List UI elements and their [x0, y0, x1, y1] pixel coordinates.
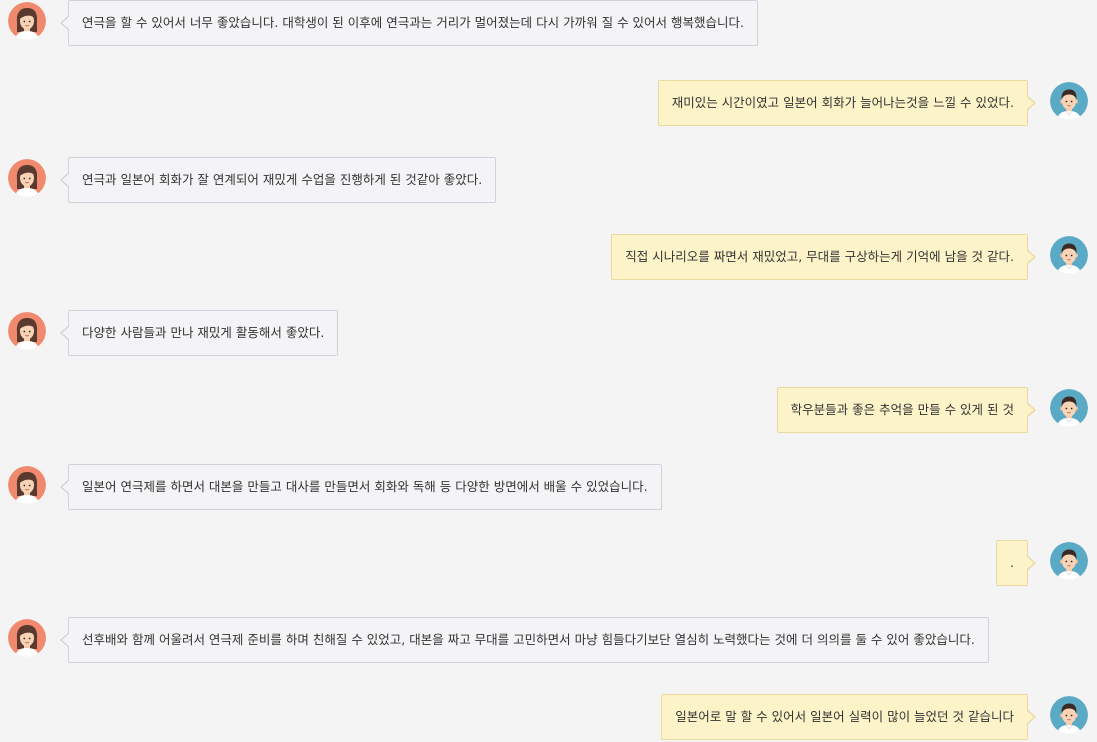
- chat-message-student: 연극과 일본어 회화가 잘 연계되어 재밌게 수업을 진행하게 된 것같아 좋았…: [0, 157, 1097, 205]
- chat-message-student: 일본어 연극제를 하면서 대본을 만들고 대사를 만들면서 회화와 독해 등 다…: [0, 464, 1097, 512]
- male-avatar-icon: [1050, 236, 1088, 274]
- chat-message-student: 연극을 할 수 있어서 너무 좋았습니다. 대학생이 된 이후에 연극과는 거리…: [0, 0, 1097, 48]
- female-avatar-icon: [8, 619, 46, 657]
- female-avatar-icon: [8, 159, 46, 197]
- chat-message-teacher: .: [0, 540, 1097, 588]
- male-avatar-icon: [1050, 82, 1088, 120]
- chat-message-teacher: 재미있는 시간이였고 일본어 회화가 늘어나는것을 느낄 수 있었다.: [0, 80, 1097, 128]
- female-avatar-icon: [8, 466, 46, 504]
- chat-message-student: 다양한 사람들과 만나 재밌게 활동해서 좋았다.: [0, 310, 1097, 358]
- message-bubble: 재미있는 시간이였고 일본어 회화가 늘어나는것을 느낄 수 있었다.: [657, 80, 1037, 126]
- male-avatar-icon: [1050, 696, 1088, 734]
- chat-message-teacher: 직접 시나리오를 짜면서 재밌었고, 무대를 구상하는게 기억에 남을 것 같다…: [0, 234, 1097, 282]
- chat-message-teacher: 일본어로 말 할 수 있어서 일본어 실력이 많이 늘었던 것 같습니다: [0, 694, 1097, 742]
- female-avatar-icon: [8, 312, 46, 350]
- chat-thread: 연극을 할 수 있어서 너무 좋았습니다. 대학생이 된 이후에 연극과는 거리…: [0, 0, 1097, 740]
- message-bubble: 연극을 할 수 있어서 너무 좋았습니다. 대학생이 된 이후에 연극과는 거리…: [60, 0, 758, 46]
- male-avatar-icon: [1050, 389, 1088, 427]
- male-avatar-icon: [1050, 542, 1088, 580]
- chat-message-teacher: 학우분들과 좋은 추억을 만들 수 있게 된 것: [0, 387, 1097, 435]
- message-bubble: .: [996, 540, 1036, 586]
- message-bubble: 일본어 연극제를 하면서 대본을 만들고 대사를 만들면서 회화와 독해 등 다…: [60, 464, 662, 510]
- message-bubble: 학우분들과 좋은 추억을 만들 수 있게 된 것: [776, 387, 1037, 433]
- message-bubble: 연극과 일본어 회화가 잘 연계되어 재밌게 수업을 진행하게 된 것같아 좋았…: [59, 157, 497, 203]
- message-bubble: 직접 시나리오를 짜면서 재밌었고, 무대를 구상하는게 기억에 남을 것 같다…: [611, 234, 1036, 280]
- message-bubble: 선후배와 함께 어울려서 연극제 준비를 하며 친해질 수 있었고, 대본을 짜…: [60, 617, 989, 663]
- message-bubble: 일본어로 말 할 수 있어서 일본어 실력이 많이 늘었던 것 같습니다: [661, 694, 1036, 740]
- message-bubble: 다양한 사람들과 만나 재밌게 활동해서 좋았다.: [59, 310, 339, 356]
- female-avatar-icon: [8, 2, 46, 40]
- chat-message-student: 선후배와 함께 어울려서 연극제 준비를 하며 친해질 수 있었고, 대본을 짜…: [0, 617, 1097, 665]
